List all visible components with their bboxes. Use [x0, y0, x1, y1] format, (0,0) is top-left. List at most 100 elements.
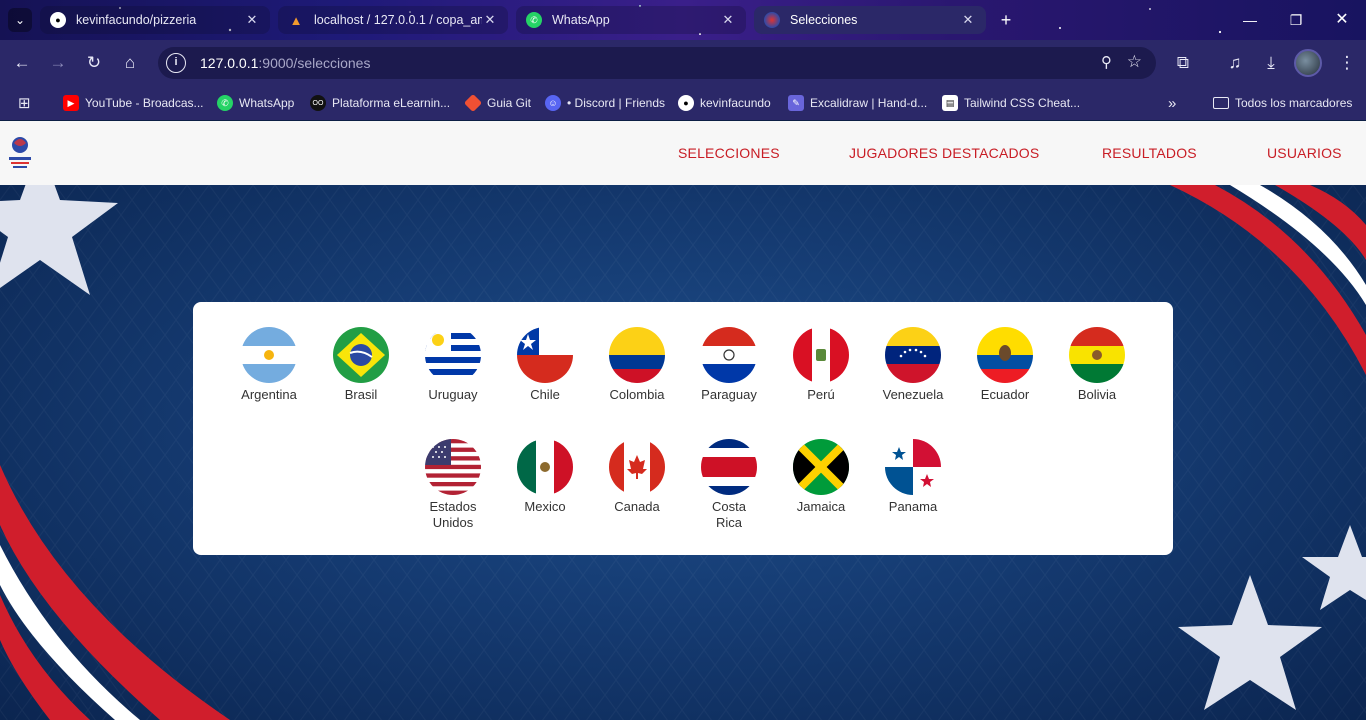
- close-icon[interactable]: ✕: [720, 12, 736, 28]
- whatsapp-icon: ✆: [526, 12, 542, 28]
- selecciones-card: Argentina Brasil Uruguay Chile Colombia …: [193, 302, 1173, 555]
- close-icon[interactable]: ✕: [482, 12, 498, 28]
- extensions-icon[interactable]: ⧉: [1170, 50, 1196, 76]
- phpmyadmin-icon: ▲: [289, 12, 303, 28]
- excalidraw-icon: ✎: [788, 95, 804, 111]
- bookmark-label: WhatsApp: [239, 96, 295, 110]
- team-name: Brasil: [344, 387, 378, 402]
- nav-usuarios[interactable]: USUARIOS: [1267, 145, 1342, 161]
- team-peru[interactable]: Perú: [775, 327, 867, 403]
- team-colombia[interactable]: Colombia: [591, 327, 683, 403]
- media-control-icon[interactable]: ♫: [1222, 50, 1248, 76]
- team-jamaica[interactable]: Jamaica: [775, 439, 867, 515]
- team-ecuador[interactable]: Ecuador: [959, 327, 1051, 403]
- elearning-icon: OO: [310, 95, 326, 111]
- bookmark-label: Guia Git: [487, 96, 532, 110]
- apps-grid-icon[interactable]: ⊞: [18, 94, 31, 112]
- bookmark-discord[interactable]: ☺ • Discord | Friends: [545, 94, 665, 112]
- team-brasil[interactable]: Brasil: [315, 327, 407, 403]
- team-argentina[interactable]: Argentina: [223, 327, 315, 403]
- usa-flag: [425, 439, 481, 495]
- team-venezuela[interactable]: Venezuela: [867, 327, 959, 403]
- tab-title: WhatsApp: [552, 13, 610, 27]
- bookmark-label: Plataforma eLearnin...: [332, 96, 451, 110]
- team-name: Jamaica: [796, 499, 846, 514]
- tab-whatsapp[interactable]: ✆ WhatsApp ✕: [516, 6, 746, 34]
- ecuador-flag: [977, 327, 1033, 383]
- github-icon: ●: [50, 12, 66, 28]
- team-name: Chile: [530, 387, 560, 402]
- team-name: Perú: [807, 387, 835, 402]
- menu-icon[interactable]: ⋮: [1334, 50, 1360, 76]
- tab-github[interactable]: ● kevinfacundo/pizzeria ✕: [40, 6, 270, 34]
- close-icon[interactable]: ✕: [244, 12, 260, 28]
- team-name: Costa Rica: [712, 499, 746, 530]
- window-close-icon[interactable]: ✕: [1322, 8, 1362, 32]
- back-icon[interactable]: ←: [9, 50, 35, 76]
- team-name: Ecuador: [980, 387, 1030, 402]
- bookmark-label: Tailwind CSS Cheat...: [964, 96, 1081, 110]
- bookmark-star-icon[interactable]: ☆: [1127, 52, 1142, 72]
- bookmark-label: YouTube - Broadcas...: [85, 96, 204, 110]
- bookmark-youtube[interactable]: ▶ YouTube - Broadcas...: [63, 94, 204, 112]
- tab-title: kevinfacundo/pizzeria: [76, 13, 197, 27]
- team-name: Bolivia: [1077, 387, 1117, 402]
- team-chile[interactable]: Chile: [499, 327, 591, 403]
- reload-icon[interactable]: ↻: [81, 50, 107, 76]
- bookmark-label: • Discord | Friends: [567, 96, 666, 110]
- forward-icon[interactable]: →: [45, 50, 71, 76]
- bookmarks-bar: ⊞ ▶ YouTube - Broadcas... ✆ WhatsApp OO …: [0, 86, 1366, 120]
- venezuela-flag: [885, 327, 941, 383]
- costa-rica-flag: [701, 439, 757, 495]
- team-name: Estados Unidos: [429, 499, 477, 530]
- downloads-icon[interactable]: ⤓: [1258, 50, 1284, 76]
- bookmark-guia-git[interactable]: Guia Git: [463, 93, 532, 113]
- team-bolivia[interactable]: Bolivia: [1051, 327, 1143, 403]
- team-name: Venezuela: [882, 387, 944, 402]
- team-costa-rica[interactable]: Costa Rica: [683, 439, 775, 531]
- bookmark-excalidraw[interactable]: ✎ Excalidraw | Hand-d...: [788, 94, 927, 112]
- team-panama[interactable]: Panama: [867, 439, 959, 515]
- team-name: Argentina: [241, 387, 297, 402]
- bookmark-whatsapp[interactable]: ✆ WhatsApp: [217, 94, 294, 112]
- apps-icon: ⊞: [18, 95, 31, 112]
- address-bar[interactable]: i 127.0.0.1 :9000/selecciones ⚲ ☆: [158, 47, 1156, 79]
- github-icon: ●: [678, 95, 694, 111]
- profile-avatar[interactable]: [1294, 49, 1322, 77]
- team-name: Colombia: [609, 387, 665, 402]
- team-uruguay[interactable]: Uruguay: [407, 327, 499, 403]
- team-estados-unidos[interactable]: Estados Unidos: [407, 439, 499, 531]
- restore-icon[interactable]: ❐: [1276, 8, 1316, 32]
- new-tab-button[interactable]: +: [994, 8, 1018, 32]
- bookmark-kevinfacundo[interactable]: ● kevinfacundo: [678, 94, 771, 112]
- whatsapp-icon: ✆: [217, 95, 233, 111]
- tab-phpmyadmin[interactable]: ▲ localhost / 127.0.0.1 / copa_ame ✕: [278, 6, 508, 34]
- site-info-icon[interactable]: i: [166, 53, 186, 73]
- bookmark-elearning[interactable]: OO Plataforma eLearnin...: [310, 94, 450, 112]
- all-bookmarks-folder[interactable]: Todos los marcadores: [1213, 94, 1352, 112]
- nav-jugadores-destacados[interactable]: JUGADORES DESTACADOS: [849, 145, 1039, 161]
- bookmark-label: Todos los marcadores: [1235, 96, 1353, 110]
- argentina-flag: [241, 327, 297, 383]
- copa-america-icon: [764, 12, 780, 28]
- team-mexico[interactable]: Mexico: [499, 439, 591, 515]
- uruguay-flag: [425, 327, 481, 383]
- tab-search-button[interactable]: ⌄: [8, 8, 32, 32]
- more-bookmarks-icon[interactable]: »: [1168, 94, 1176, 112]
- home-icon[interactable]: ⌂: [117, 50, 143, 76]
- zoom-icon[interactable]: ⚲: [1101, 53, 1112, 71]
- close-icon[interactable]: ✕: [960, 12, 976, 28]
- git-icon: [463, 93, 483, 113]
- panama-flag: [885, 439, 941, 495]
- team-canada[interactable]: Canada: [591, 439, 683, 515]
- tab-selecciones[interactable]: Selecciones ✕: [754, 6, 986, 34]
- bookmark-tailwind[interactable]: ▤ Tailwind CSS Cheat...: [942, 94, 1080, 112]
- tab-title: Selecciones: [790, 13, 858, 27]
- nav-resultados[interactable]: RESULTADOS: [1102, 145, 1197, 161]
- copa-america-logo[interactable]: [6, 133, 36, 173]
- nav-selecciones[interactable]: SELECCIONES: [678, 145, 780, 161]
- team-paraguay[interactable]: Paraguay: [683, 327, 775, 403]
- browser-toolbar: ← → ↻ ⌂ i 127.0.0.1 :9000/selecciones ⚲ …: [0, 40, 1366, 86]
- browser-tab-strip: ⌄ ● kevinfacundo/pizzeria ✕ ▲ localhost …: [0, 0, 1366, 40]
- minimize-icon[interactable]: —: [1230, 8, 1270, 32]
